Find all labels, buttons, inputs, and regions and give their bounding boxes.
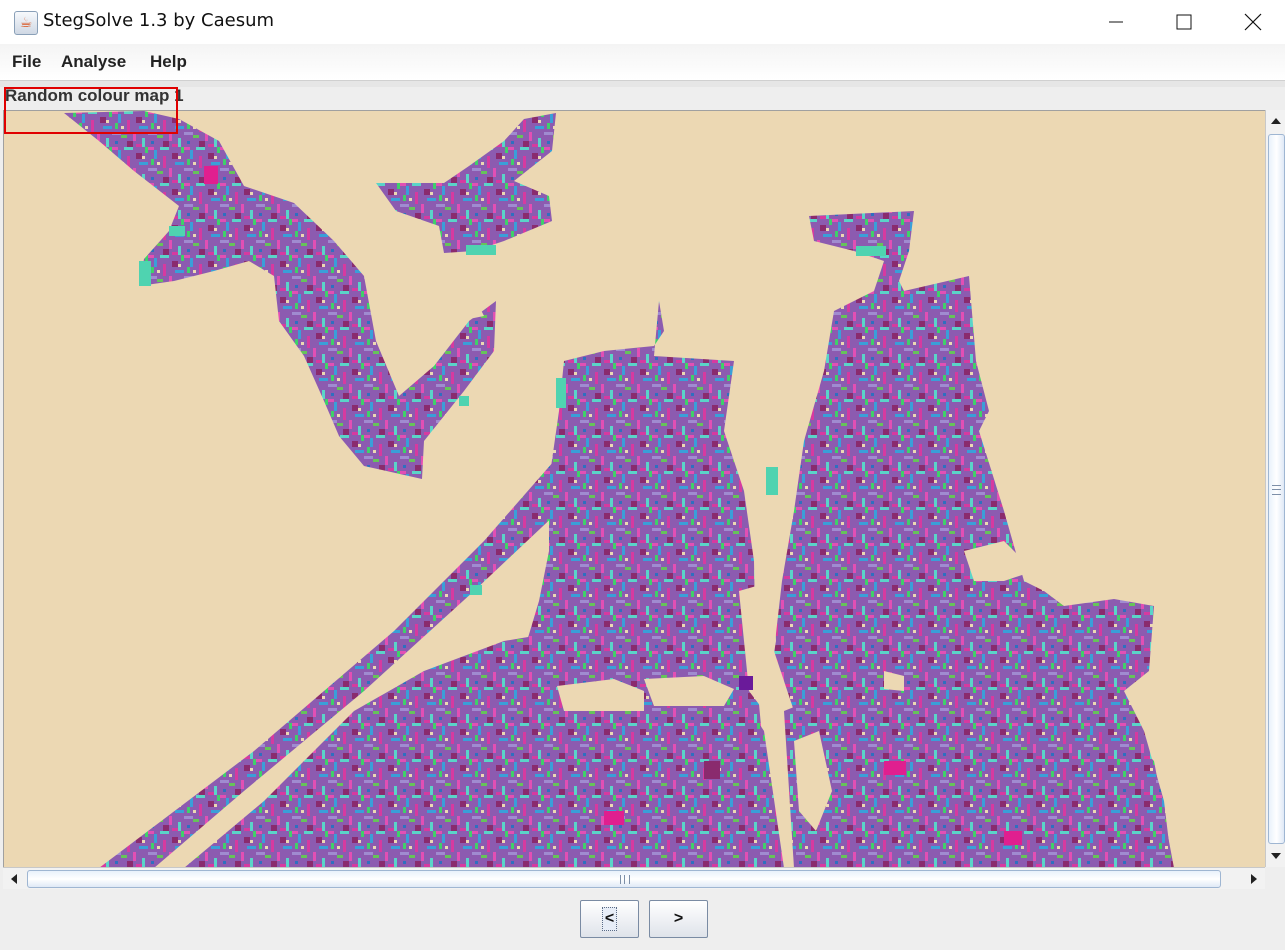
highlight-rectangle [4,87,178,134]
stego-image [4,111,1266,868]
close-button[interactable] [1219,0,1285,44]
scroll-down-button[interactable] [1266,845,1285,867]
window-title: StegSolve 1.3 by Caesum [43,10,275,31]
vertical-scrollbar[interactable] [1265,110,1285,867]
arrow-left-icon [11,874,17,884]
maximize-icon [1176,14,1192,30]
arrow-down-icon [1271,853,1281,859]
previous-button[interactable]: < [580,900,639,938]
minimize-button[interactable] [1082,0,1150,44]
menu-bar: File Analyse Help [0,44,1285,80]
menu-analyse[interactable]: Analyse [61,52,126,72]
vertical-scroll-thumb[interactable] [1268,134,1285,844]
arrow-right-icon [1251,874,1257,884]
grip-icon [1272,485,1281,495]
java-cup-icon: ☕ [14,11,38,35]
menu-help[interactable]: Help [150,52,187,72]
title-bar: ☕ StegSolve 1.3 by Caesum [0,0,1285,45]
scrollbar-corner [1265,867,1285,889]
horizontal-scrollbar[interactable] [3,867,1265,890]
scroll-right-button[interactable] [1243,868,1265,890]
minimize-icon [1109,21,1123,23]
navigation-panel: < > [0,889,1285,950]
menu-file[interactable]: File [12,52,41,72]
scroll-up-button[interactable] [1266,110,1285,132]
next-button[interactable]: > [649,900,708,938]
arrow-up-icon [1271,118,1281,124]
close-icon [1244,13,1262,31]
grip-icon [620,875,630,884]
horizontal-scroll-thumb[interactable] [27,870,1221,888]
image-viewport[interactable] [3,110,1267,869]
previous-button-label: < [601,907,618,931]
scroll-left-button[interactable] [3,868,25,890]
menu-separator [0,80,1285,87]
next-button-label: > [673,910,684,927]
maximize-button[interactable] [1150,0,1218,44]
